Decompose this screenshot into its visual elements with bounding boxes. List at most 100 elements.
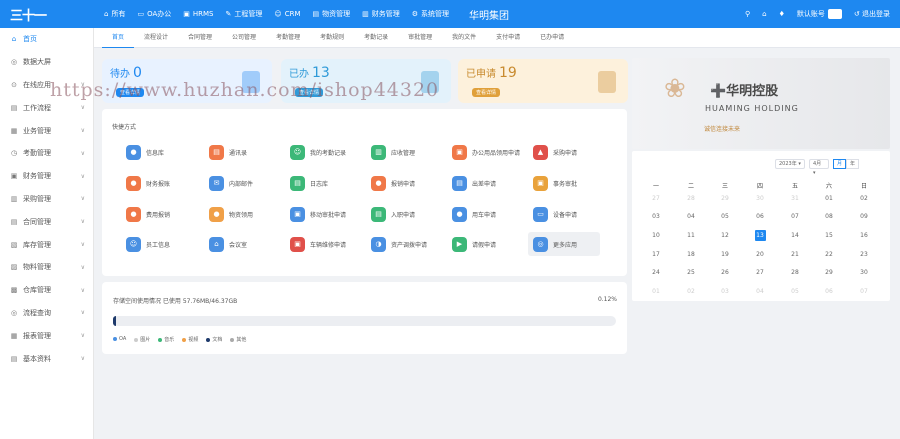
quick-access-item[interactable]: ▤ 通讯录 — [209, 140, 281, 164]
calendar-day[interactable]: 05 — [713, 213, 737, 220]
calendar-day[interactable]: 27 — [748, 269, 772, 276]
sidebar-item[interactable]: ▧ 库存管理 ∨ — [0, 233, 93, 256]
sidebar-item[interactable]: ▩ 仓库管理 ∨ — [0, 279, 93, 302]
calendar-day[interactable]: 16 — [852, 232, 876, 239]
calendar-day[interactable]: 12 — [713, 232, 737, 239]
calendar-day[interactable]: 07 — [852, 288, 876, 295]
quick-access-item[interactable]: ⌂ 会议室 — [209, 232, 281, 256]
calendar-day[interactable]: 28 — [783, 269, 807, 276]
tab[interactable]: 考勤管理 — [266, 28, 310, 48]
sidebar-item[interactable]: ▥ 采购管理 ∨ — [0, 188, 93, 211]
calendar-day[interactable]: 17 — [644, 251, 668, 258]
sidebar-item[interactable]: ▨ 物料管理 ∨ — [0, 256, 93, 279]
tab[interactable]: 首页 — [102, 28, 135, 48]
calendar-day[interactable]: 01 — [644, 288, 668, 295]
quick-access-item[interactable]: ● 费用报销 — [126, 202, 198, 226]
calendar-day[interactable]: 29 — [713, 195, 737, 202]
calendar-day[interactable]: 31 — [783, 195, 807, 202]
calendar-day[interactable]: 04 — [679, 213, 703, 220]
tab[interactable]: 我的文件 — [442, 28, 486, 48]
calendar-day[interactable]: 02 — [679, 288, 703, 295]
calendar-day[interactable]: 10 — [644, 232, 668, 239]
quick-access-item[interactable]: ▥ 应收管理 — [371, 140, 443, 164]
top-nav-item[interactable]: ⚙ 系统管理 — [412, 9, 449, 19]
quick-access-item[interactable]: ▶ 请假申请 — [452, 232, 524, 256]
calendar-day[interactable]: 29 — [817, 269, 841, 276]
year-mode-button[interactable]: 年 — [846, 159, 860, 169]
sidebar-item[interactable]: ◎ 数据大屏 — [0, 51, 93, 74]
quick-access-item[interactable]: ● 财务报账 — [126, 171, 198, 195]
tab[interactable]: 审批管理 — [398, 28, 442, 48]
calendar-day[interactable]: 28 — [679, 195, 703, 202]
quick-access-item[interactable]: ▣ 车辆维修申请 — [290, 232, 362, 256]
calendar-day[interactable]: 30 — [852, 269, 876, 276]
quick-access-item[interactable]: ☺ 我的考勤记录 — [290, 140, 362, 164]
calendar-day[interactable]: 03 — [644, 213, 668, 220]
calendar-day[interactable]: 26 — [713, 269, 737, 276]
sidebar-item[interactable]: ◷ 考勤管理 ∨ — [0, 142, 93, 165]
calendar-day[interactable]: 23 — [852, 251, 876, 258]
calendar-day[interactable]: 24 — [644, 269, 668, 276]
user-menu[interactable]: 默认账号 — [797, 9, 842, 19]
top-nav-item[interactable]: ☺ CRM — [274, 10, 300, 18]
calendar-day[interactable]: 11 — [679, 232, 703, 239]
calendar-day[interactable]: 22 — [817, 251, 841, 258]
tab[interactable]: 支付申请 — [486, 28, 530, 48]
calendar-day[interactable]: 09 — [852, 213, 876, 220]
tab[interactable]: 已办申请 — [530, 28, 574, 48]
stat-detail-badge[interactable]: 查看详情 — [472, 88, 501, 97]
top-nav-item[interactable]: ▣ HRMS — [183, 10, 213, 18]
bell-icon[interactable]: ♦ — [779, 10, 785, 18]
calendar-day[interactable]: 06 — [748, 213, 772, 220]
top-nav-item[interactable]: ⌂ 所有 — [104, 9, 125, 19]
quick-access-item[interactable]: ▣ 移动审批申请 — [290, 202, 362, 226]
calendar-day[interactable]: 08 — [817, 213, 841, 220]
top-nav-item[interactable]: ▥ 财务管理 — [362, 9, 400, 19]
search-icon[interactable]: ⚲ — [745, 10, 750, 18]
sidebar-item[interactable]: ⌂ 首页 — [0, 28, 93, 51]
quick-access-item[interactable]: ▲ 采购申请 — [533, 140, 605, 164]
quick-access-item[interactable]: ▤ 出差申请 — [452, 171, 524, 195]
calendar-day[interactable]: 06 — [817, 288, 841, 295]
calendar-day[interactable]: 02 — [852, 195, 876, 202]
app-logo[interactable]: 三十一 — [0, 0, 94, 28]
calendar-day[interactable]: 03 — [713, 288, 737, 295]
calendar-day[interactable]: 20 — [748, 251, 772, 258]
quick-access-item[interactable]: ▭ 设备申请 — [533, 202, 605, 226]
calendar-day[interactable]: 07 — [783, 213, 807, 220]
calendar-day[interactable]: 27 — [644, 195, 668, 202]
quick-access-item[interactable]: ◑ 资产调拨申请 — [371, 232, 443, 256]
quick-access-item[interactable]: ● 物资领用 — [209, 202, 281, 226]
top-nav-item[interactable]: ✎ 工程管理 — [226, 9, 263, 19]
year-select[interactable]: 2023年 ▾ — [775, 159, 805, 169]
sidebar-item[interactable]: ▣ 财务管理 ∨ — [0, 165, 93, 188]
top-nav-item[interactable]: ▤ 物资管理 — [313, 9, 351, 19]
logout-button[interactable]: ↺ 退出登录 — [854, 9, 890, 19]
calendar-day[interactable]: 01 — [817, 195, 841, 202]
sidebar-item[interactable]: ▤ 合同管理 ∨ — [0, 210, 93, 233]
sidebar-item[interactable]: ◎ 流程查询 ∨ — [0, 302, 93, 325]
month-mode-button[interactable]: 月 — [833, 159, 847, 169]
quick-access-item[interactable]: ▤ 日志库 — [290, 171, 362, 195]
sidebar-item[interactable]: ▦ 业务管理 ∨ — [0, 119, 93, 142]
calendar-day[interactable]: 19 — [713, 251, 737, 258]
tab[interactable]: 合同管理 — [178, 28, 222, 48]
quick-access-item[interactable]: ◎ 更多应用 — [528, 232, 600, 256]
calendar-day[interactable]: 21 — [783, 251, 807, 258]
quick-access-item[interactable]: ☺ 员工信息 — [126, 232, 198, 256]
quick-access-item[interactable]: ✉ 内部邮件 — [209, 171, 281, 195]
quick-access-item[interactable]: ● 用车申请 — [452, 202, 524, 226]
sidebar-item[interactable]: ▦ 报表管理 ∨ — [0, 324, 93, 347]
top-nav-item[interactable]: ▭ OA办公 — [137, 9, 171, 19]
tab[interactable]: 考勤规则 — [310, 28, 354, 48]
tab[interactable]: 公司管理 — [222, 28, 266, 48]
calendar-day[interactable]: 15 — [817, 232, 841, 239]
quick-access-item[interactable]: ▣ 办公用品领用申请 — [452, 140, 524, 164]
calendar-day[interactable]: 04 — [748, 288, 772, 295]
calendar-day[interactable]: 13 — [748, 232, 772, 239]
calendar-day[interactable]: 05 — [783, 288, 807, 295]
tab[interactable]: 考勤记录 — [354, 28, 398, 48]
calendar-day[interactable]: 30 — [748, 195, 772, 202]
quick-access-item[interactable]: ▤ 入职申请 — [371, 202, 443, 226]
quick-access-item[interactable]: ● 报销申请 — [371, 171, 443, 195]
